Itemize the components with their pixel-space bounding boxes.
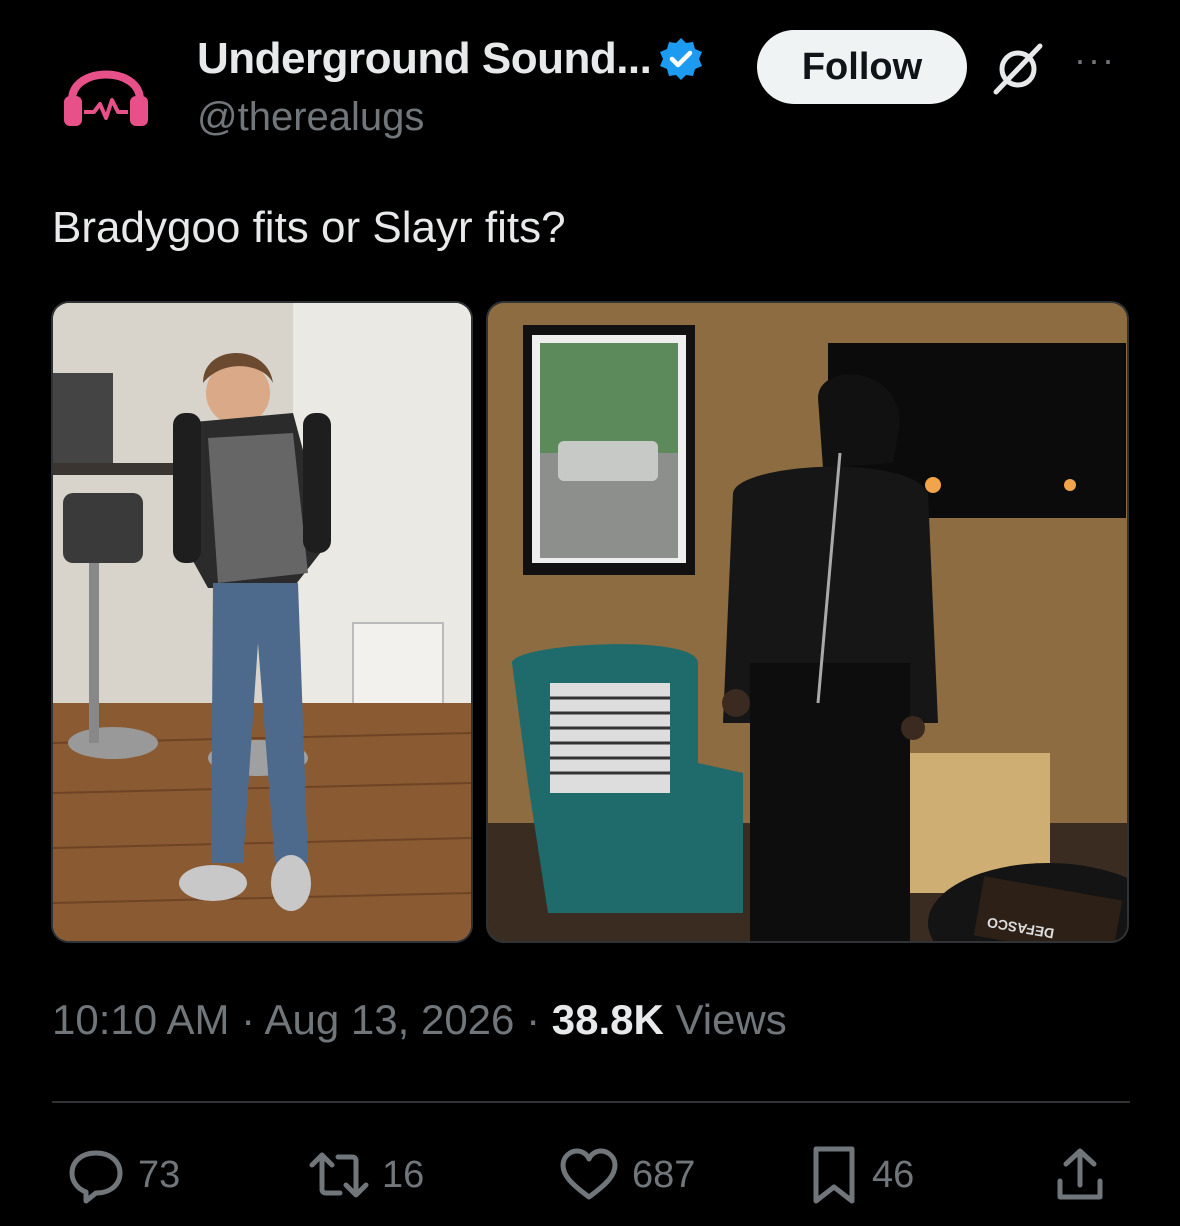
tweet-header: Underground Sound... @therealugs Follow … bbox=[0, 0, 1180, 160]
tweet-text: Bradygoo fits or Slayr fits? bbox=[52, 203, 566, 252]
repost-icon bbox=[309, 1152, 369, 1198]
bookmark-button[interactable]: 46 bbox=[808, 1140, 914, 1210]
more-options-button[interactable]: ··· bbox=[1074, 42, 1126, 86]
tweet-meta: 10:10 AM · Aug 13, 2026 · 38.8K Views bbox=[52, 996, 787, 1044]
repost-button[interactable]: 16 bbox=[308, 1140, 424, 1210]
divider bbox=[52, 1101, 1130, 1103]
photo-left[interactable] bbox=[51, 301, 473, 943]
follow-button[interactable]: Follow bbox=[757, 30, 967, 104]
meta-separator: · bbox=[241, 996, 256, 1043]
like-count: 687 bbox=[632, 1153, 696, 1196]
display-name-row: Underground Sound... bbox=[197, 34, 705, 84]
meta-separator: · bbox=[526, 996, 541, 1043]
views-label: Views bbox=[675, 996, 787, 1043]
repost-count: 16 bbox=[382, 1153, 425, 1196]
display-name[interactable]: Underground Sound... bbox=[197, 34, 652, 84]
grok-button[interactable] bbox=[988, 38, 1048, 98]
like-button[interactable]: 687 bbox=[558, 1140, 695, 1210]
grok-icon bbox=[993, 43, 1043, 95]
reply-icon bbox=[69, 1150, 123, 1204]
views-count[interactable]: 38.8K bbox=[552, 996, 664, 1043]
bookmark-count: 46 bbox=[872, 1153, 915, 1196]
handle[interactable]: @therealugs bbox=[197, 95, 424, 140]
photo-right-image: DEFASCO bbox=[488, 303, 1127, 941]
tweet-time[interactable]: 10:10 AM bbox=[52, 996, 229, 1043]
bookmark-icon bbox=[813, 1146, 855, 1204]
share-button[interactable] bbox=[1052, 1140, 1108, 1210]
avatar[interactable] bbox=[52, 38, 160, 146]
heart-icon bbox=[560, 1148, 618, 1200]
verified-badge-icon bbox=[660, 38, 703, 80]
tweet-date[interactable]: Aug 13, 2026 bbox=[265, 996, 515, 1043]
photo-left-image bbox=[53, 303, 471, 941]
reply-button[interactable]: 73 bbox=[66, 1140, 180, 1210]
headphones-logo-icon bbox=[64, 70, 148, 126]
share-icon bbox=[1057, 1148, 1103, 1200]
reply-count: 73 bbox=[138, 1153, 181, 1196]
photo-right[interactable]: DEFASCO bbox=[486, 301, 1129, 943]
